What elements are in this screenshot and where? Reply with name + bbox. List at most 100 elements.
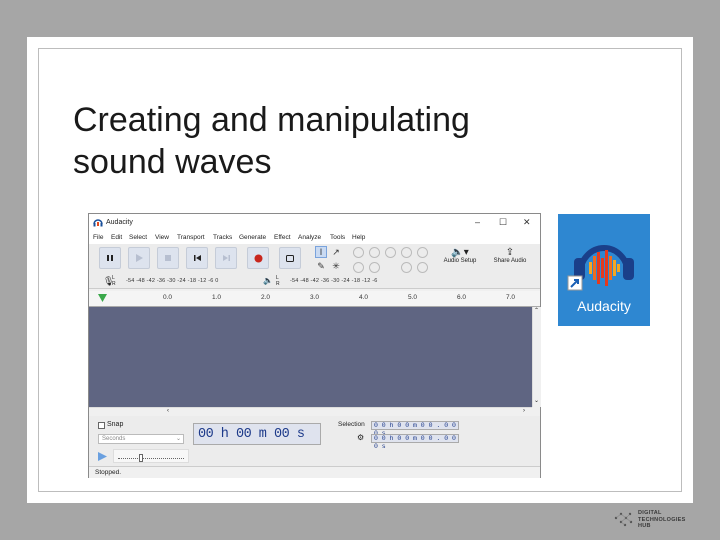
ruler-tick: 5.0: [408, 294, 418, 301]
envelope-tool-icon[interactable]: ↗: [330, 246, 342, 258]
skip-end-button[interactable]: [215, 247, 237, 269]
track-area[interactable]: [89, 307, 532, 407]
audio-setup-button[interactable]: 🔈▾ Audio Setup: [438, 247, 482, 264]
trim-outside-icon[interactable]: [353, 262, 364, 273]
record-button[interactable]: [247, 247, 269, 269]
time-display[interactable]: 00 h 00 m 00 s: [193, 423, 321, 445]
stop-button[interactable]: [157, 247, 179, 269]
menu-file[interactable]: File: [93, 234, 103, 241]
audio-setup-label: Audio Setup: [443, 258, 477, 264]
play-at-speed-icon[interactable]: [98, 452, 107, 461]
stop-icon: [165, 255, 171, 261]
menu-tools[interactable]: Tools: [330, 234, 345, 241]
loop-icon: [286, 254, 294, 262]
snap-units-value: Seconds: [102, 436, 126, 442]
slide-title-line-2: sound waves: [73, 143, 272, 181]
snap-checkbox[interactable]: [98, 422, 105, 429]
slider-track: [118, 458, 184, 459]
dt-hub-logo: DIGITAL TECHNOLOGIES HUB: [612, 508, 702, 532]
menu-transport[interactable]: Transport: [177, 234, 205, 241]
horizontal-scrollbar[interactable]: ‹ ›: [89, 407, 532, 416]
scroll-down-icon[interactable]: ⌄: [534, 397, 539, 404]
selection-start-field[interactable]: 0 0 h 0 0 m 0 0 . 0 0 0 s: [371, 421, 459, 437]
vertical-scrollbar[interactable]: ⌃ ⌄: [532, 307, 541, 407]
scroll-left-icon[interactable]: ‹: [167, 408, 169, 414]
ruler-tick: 6.0: [457, 294, 467, 301]
close-button[interactable]: ✕: [523, 217, 531, 228]
speaker-icon: 🔈▾: [451, 247, 469, 258]
ruler-tick: 0.0: [163, 294, 173, 301]
menu-bar: File Edit Select View Transport Tracks G…: [89, 232, 540, 244]
menu-select[interactable]: Select: [129, 234, 147, 241]
skip-start-button[interactable]: [186, 247, 208, 269]
selection-label: Selection: [338, 421, 365, 428]
menu-view[interactable]: View: [155, 234, 169, 241]
play-head-triangle-icon: [98, 294, 107, 302]
slider-thumb[interactable]: [139, 454, 143, 462]
snap-units-select[interactable]: Seconds ⌄: [98, 434, 184, 444]
skip-end-icon: [222, 255, 230, 261]
zoom-in-icon[interactable]: [353, 247, 364, 258]
ruler-tick: 4.0: [359, 294, 369, 301]
play-button[interactable]: [128, 247, 150, 269]
menu-edit[interactable]: Edit: [111, 234, 122, 241]
ruler-tick: 3.0: [310, 294, 320, 301]
fit-selection-icon[interactable]: [385, 247, 396, 258]
audacity-window: Audacity – ☐ ✕ File Edit Select View Tra…: [88, 213, 541, 478]
audacity-logo-icon: [567, 245, 634, 291]
menu-tracks[interactable]: Tracks: [213, 234, 232, 241]
gear-icon[interactable]: ⚙: [357, 433, 364, 442]
timeline-ruler[interactable]: 0.0 1.0 2.0 3.0 4.0 5.0 6.0 7.0: [89, 291, 540, 307]
menu-help[interactable]: Help: [352, 234, 365, 241]
multi-tool-icon[interactable]: ✳: [330, 260, 342, 272]
play-icon: [136, 254, 143, 262]
selection-end-value: 0 0 h 0 0 m 0 0 . 0 0 0 s: [374, 435, 456, 450]
dt-hub-network-icon: [614, 512, 633, 527]
play-meter-lr: L R: [276, 275, 280, 287]
time-display-value: 00 h 00 m 00 s: [198, 427, 305, 442]
audacity-desktop-label: Audacity: [577, 298, 631, 314]
record-icon: [254, 254, 262, 262]
play-meter-scale[interactable]: -54 -48 -42 -36 -30 -24 -18 -12 -6: [290, 278, 378, 284]
scroll-right-icon[interactable]: ›: [523, 408, 525, 414]
ruler-tick: 7.0: [506, 294, 516, 301]
fit-project-icon[interactable]: [401, 247, 412, 258]
window-title: Audacity: [106, 219, 133, 226]
scroll-up-icon[interactable]: ⌃: [534, 307, 539, 314]
share-audio-button[interactable]: ⇪ Share Audio: [488, 247, 532, 264]
undo-icon[interactable]: [401, 262, 412, 273]
title-bar: Audacity – ☐ ✕: [89, 214, 540, 232]
ruler-tick: 1.0: [212, 294, 222, 301]
pause-button[interactable]: [99, 247, 121, 269]
playback-speed-slider[interactable]: [113, 449, 189, 463]
selection-end-field[interactable]: 0 0 h 0 0 m 0 0 . 0 0 0 s: [371, 434, 459, 450]
audacity-headphones-icon: [93, 219, 103, 227]
skip-start-icon: [193, 255, 201, 261]
dt-hub-logo-text: DIGITAL TECHNOLOGIES HUB: [638, 510, 686, 529]
share-audio-label: Share Audio: [493, 258, 527, 264]
maximize-button[interactable]: ☐: [499, 217, 507, 228]
slide-title: Creating and manipulating sound waves: [73, 99, 533, 183]
redo-icon[interactable]: [417, 262, 428, 273]
chevron-down-icon: ⌄: [175, 436, 181, 442]
menu-effect[interactable]: Effect: [274, 234, 291, 241]
minimize-button[interactable]: –: [475, 217, 480, 227]
pause-icon: [107, 255, 113, 261]
status-bar: Stopped.: [89, 466, 540, 478]
meter-toolbar: 🎙 L R -54 -48 -42 -36 -30 -24 -18 -12 -6…: [89, 275, 540, 289]
share-icon: ⇪: [505, 247, 515, 258]
menu-generate[interactable]: Generate: [239, 234, 266, 241]
menu-analyze[interactable]: Analyze: [298, 234, 321, 241]
loop-button[interactable]: [279, 247, 301, 269]
record-meter-lr: L R: [112, 275, 116, 287]
draw-tool-icon[interactable]: ✎: [315, 260, 327, 272]
silence-selection-icon[interactable]: [369, 262, 380, 273]
slide-title-line-1: Creating and manipulating: [73, 101, 470, 139]
snap-label: Snap: [107, 421, 124, 428]
zoom-out-icon[interactable]: [369, 247, 380, 258]
record-meter-scale[interactable]: -54 -48 -42 -36 -30 -24 -18 -12 -6 0: [126, 278, 219, 284]
playback-speaker-icon: 🔈: [263, 276, 273, 285]
zoom-toggle-icon[interactable]: [417, 247, 428, 258]
selection-tool-icon[interactable]: I: [315, 246, 327, 258]
audacity-desktop-icon[interactable]: Audacity: [558, 214, 650, 326]
